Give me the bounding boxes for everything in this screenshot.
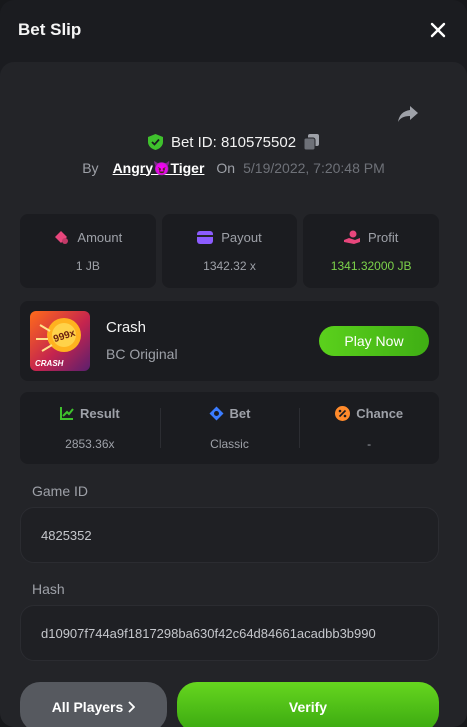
game-id-label: Game ID — [32, 483, 89, 499]
close-icon[interactable] — [429, 21, 447, 39]
hash-field[interactable]: d10907f744a9f1817298ba630f42c64d84661aca… — [20, 605, 439, 661]
bet-tag-icon — [209, 406, 224, 420]
bet-type-stat: Bet Classic — [159, 392, 300, 464]
result-value: 2853.36x — [65, 436, 115, 451]
bet-timestamp: 5/19/2022, 7:20:48 PM — [243, 160, 385, 176]
modal-header: Bet Slip — [0, 0, 467, 60]
share-icon[interactable] — [397, 104, 419, 124]
bet-stats: Amount 1 JB Payout 1342.32 x Profit 1341… — [20, 214, 440, 288]
copy-icon[interactable] — [304, 134, 320, 150]
profit-stat: Profit 1341.32000 JB — [303, 214, 440, 288]
play-now-button[interactable]: Play Now — [319, 326, 429, 356]
amount-icon — [55, 231, 69, 244]
game-card: 999x CRASH Crash BC Original Play Now — [20, 301, 439, 381]
profit-label: Profit — [368, 229, 399, 245]
chance-label: Chance — [356, 405, 404, 421]
on-label: On — [216, 160, 236, 176]
bet-author-row: By Angry😈Tiger On 5/19/2022, 7:20:48 PM — [0, 157, 467, 179]
payout-stat: Payout 1342.32 x — [161, 214, 298, 288]
amount-label: Amount — [77, 229, 123, 245]
crash-game-thumbnail: 999x CRASH — [30, 311, 90, 371]
result-label: Result — [79, 405, 120, 421]
hash-label: Hash — [32, 581, 65, 597]
bet-value: Classic — [210, 436, 249, 451]
bet-label: Bet — [229, 405, 251, 421]
game-subtitle: BC Original — [106, 346, 178, 362]
profit-icon — [344, 230, 360, 244]
thumbnail-title: CRASH — [35, 359, 64, 368]
bet-slip-modal: Bet Slip Bet ID: 810575502 By Angry😈Tige… — [0, 0, 467, 727]
payout-label: Payout — [221, 229, 262, 245]
bet-details: Result 2853.36x Bet Classic Chance - — [20, 392, 439, 464]
amount-value: 1 JB — [75, 258, 100, 273]
profit-value: 1341.32000 JB — [330, 258, 412, 273]
modal-title: Bet Slip — [18, 20, 82, 39]
game-id-field[interactable]: 4825352 — [20, 507, 439, 563]
game-name: Crash — [106, 319, 147, 336]
all-players-label: All Players — [51, 699, 124, 715]
chevron-right-icon — [128, 701, 136, 713]
payout-icon — [197, 230, 214, 244]
shield-check-icon — [147, 134, 163, 150]
verify-button[interactable]: Verify — [177, 682, 439, 727]
user-link[interactable]: Angry😈Tiger — [113, 160, 205, 177]
by-label: By — [82, 160, 99, 176]
payout-value: 1342.32 x — [203, 258, 256, 273]
chance-stat: Chance - — [299, 392, 439, 464]
result-stat: Result 2853.36x — [20, 392, 160, 464]
all-players-button[interactable]: All Players — [20, 682, 167, 727]
result-chart-icon — [59, 407, 74, 420]
bet-id-row: Bet ID: 810575502 — [0, 131, 467, 153]
crash-thumbnail-art: 999x CRASH — [35, 318, 81, 368]
chance-value: - — [367, 436, 372, 451]
bet-id: Bet ID: 810575502 — [170, 133, 297, 151]
percent-icon — [335, 405, 351, 421]
amount-stat: Amount 1 JB — [20, 214, 156, 288]
